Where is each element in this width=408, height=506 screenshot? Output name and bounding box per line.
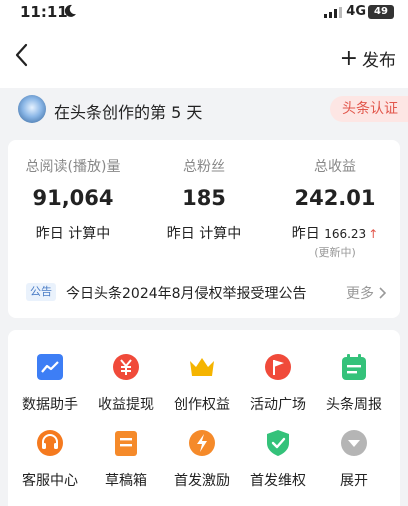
stats-card: 总阅读(播放)量 91,064 昨日 计算中 总粉丝 185 昨日 计算中 总收…	[8, 140, 400, 318]
draft-icon	[115, 431, 137, 456]
notice-text: 今日头条2024年8月侵权举报受理公告	[66, 286, 307, 302]
flag-icon	[265, 354, 291, 380]
tool-label: 活动广场	[250, 397, 306, 413]
crown-icon	[190, 358, 214, 376]
network-type: 4G	[346, 4, 366, 19]
tool-label: 草稿箱	[105, 473, 147, 489]
tool-label: 收益提现	[98, 397, 154, 413]
stat-value: 242.01	[294, 186, 376, 210]
notice-more-label: 更多	[346, 286, 374, 302]
cert-badge[interactable]: 头条认证	[330, 96, 408, 122]
tool-label: 首发激励	[174, 473, 230, 489]
nav-bar: + 发布	[0, 24, 408, 88]
tool-creator-rights[interactable]: 创作权益	[164, 352, 240, 414]
chart-icon	[37, 354, 63, 380]
tool-label: 客服中心	[22, 473, 78, 489]
tool-customer-service[interactable]: 客服中心	[12, 428, 88, 490]
tool-weekly-report[interactable]: 头条周报	[316, 352, 392, 414]
shield-check-icon	[267, 430, 289, 456]
tool-expand[interactable]: 展开	[316, 428, 392, 490]
notice-tag: 公告	[26, 283, 56, 301]
publish-button[interactable]: + 发布	[340, 46, 396, 71]
tool-first-release-incentive[interactable]: 首发激励	[164, 428, 240, 490]
battery-level: 49	[368, 5, 394, 19]
arrow-up-icon: ↑	[368, 227, 379, 241]
avatar[interactable]	[18, 95, 46, 123]
tool-activity-plaza[interactable]: 活动广场	[240, 352, 316, 414]
tool-label: 展开	[340, 473, 368, 489]
notice-more[interactable]: 更多	[346, 283, 386, 303]
tool-label: 创作权益	[174, 397, 230, 413]
stat-sub: 昨日 计算中	[166, 226, 242, 242]
chevron-right-icon	[379, 287, 386, 299]
stat-value: 91,064	[32, 186, 114, 210]
calendar-icon	[342, 354, 366, 380]
creator-row: 在头条创作的第 5 天 头条认证	[0, 88, 408, 134]
stat-sub-value: 166.23	[324, 227, 367, 241]
chevron-left-icon[interactable]	[12, 42, 34, 68]
yuan-icon	[113, 354, 139, 380]
tool-label: 头条周报	[326, 397, 382, 413]
signal-icon	[324, 7, 342, 18]
tool-drafts[interactable]: 草稿箱	[88, 428, 164, 490]
headset-icon	[37, 430, 63, 456]
tool-data-assistant[interactable]: 数据助手	[12, 352, 88, 414]
tools-card: 数据助手 收益提现 创作权益 活动广场 头条周报 客服中心 草稿箱 首发激励 首…	[8, 330, 400, 506]
lightning-icon	[189, 430, 215, 456]
creator-days-text: 在头条创作的第 5 天	[54, 103, 203, 122]
tool-label: 数据助手	[22, 397, 78, 413]
tool-label: 首发维权	[250, 473, 306, 489]
tool-withdraw[interactable]: 收益提现	[88, 352, 164, 414]
stat-sub: 昨日 计算中	[35, 226, 111, 242]
plus-icon: +	[339, 45, 358, 71]
stat-value: 185	[182, 186, 226, 210]
publish-label: 发布	[362, 51, 396, 71]
status-bar: 11:11 4G 49	[0, 0, 408, 24]
status-time: 11:11	[20, 3, 68, 21]
stat-label: 总阅读(播放)量	[25, 159, 121, 175]
moon-icon	[64, 4, 76, 17]
stat-sub: 昨日 166.23 ↑	[270, 223, 400, 243]
stat-label: 总粉丝	[183, 159, 225, 175]
notice-bar[interactable]: 公告 今日头条2024年8月侵权举报受理公告 更多	[26, 280, 388, 304]
tool-first-release-protection[interactable]: 首发维权	[240, 428, 316, 490]
stat-sub-prefix: 昨日	[291, 226, 320, 242]
stat-label: 总收益	[314, 159, 356, 175]
expand-down-icon	[341, 430, 367, 456]
stat-sub-note: (更新中)	[314, 246, 356, 259]
